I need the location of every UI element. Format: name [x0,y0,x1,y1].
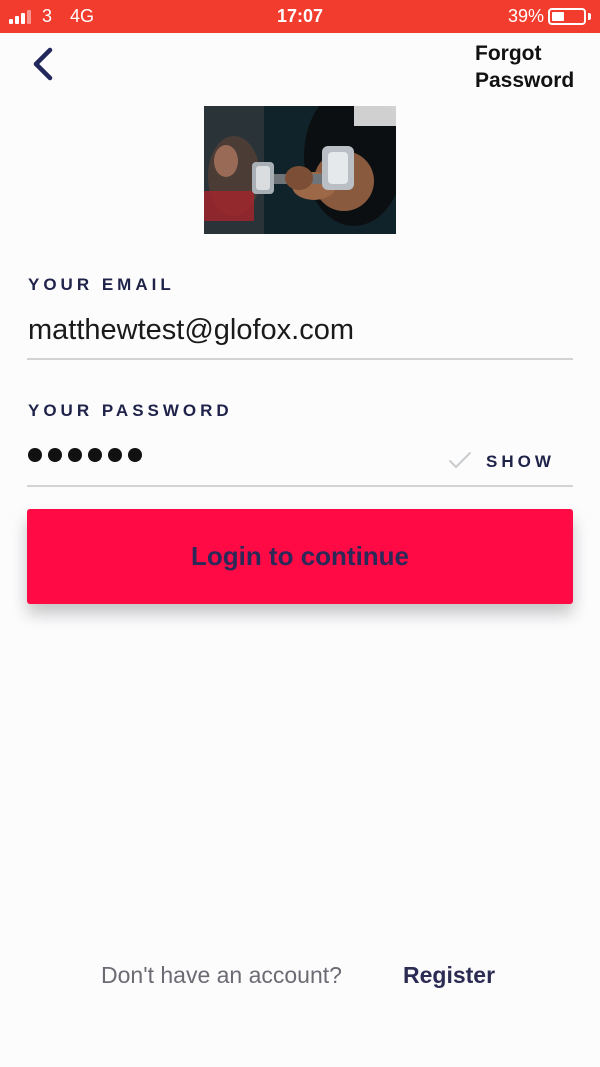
email-label: YOUR EMAIL [28,275,175,294]
back-button[interactable] [24,44,64,84]
password-mask-dot [68,448,82,462]
battery-cap [588,13,591,20]
password-mask-dot [28,448,42,462]
password-mask-dot [128,448,142,462]
chevron-left-icon [33,47,53,81]
password-label: YOUR PASSWORD [28,401,233,420]
battery-level [552,12,564,21]
password-mask-dot [48,448,62,462]
gym-dumbbell-photo [204,106,396,234]
show-password-label: SHOW [486,452,555,471]
no-account-text: Don't have an account? [101,962,342,988]
hero-image [204,106,396,234]
forgot-password-line2: Password [475,69,575,92]
register-link[interactable]: Register [403,962,495,989]
battery-icon [548,8,586,25]
password-mask-dot [88,448,102,462]
forgot-password-link[interactable]: Forgot Password [475,40,595,94]
login-button[interactable]: Login to continue [27,509,573,604]
status-bar: 3 4G 17:07 39% [0,0,600,33]
email-input[interactable] [28,310,568,350]
battery-percentage: 39% [507,6,544,26]
password-input[interactable] [28,448,148,470]
checkmark-icon [449,452,471,468]
forgot-password-line1: Forgot [475,42,542,65]
password-mask-dot [108,448,122,462]
email-underline [27,358,573,360]
password-underline [27,485,573,487]
